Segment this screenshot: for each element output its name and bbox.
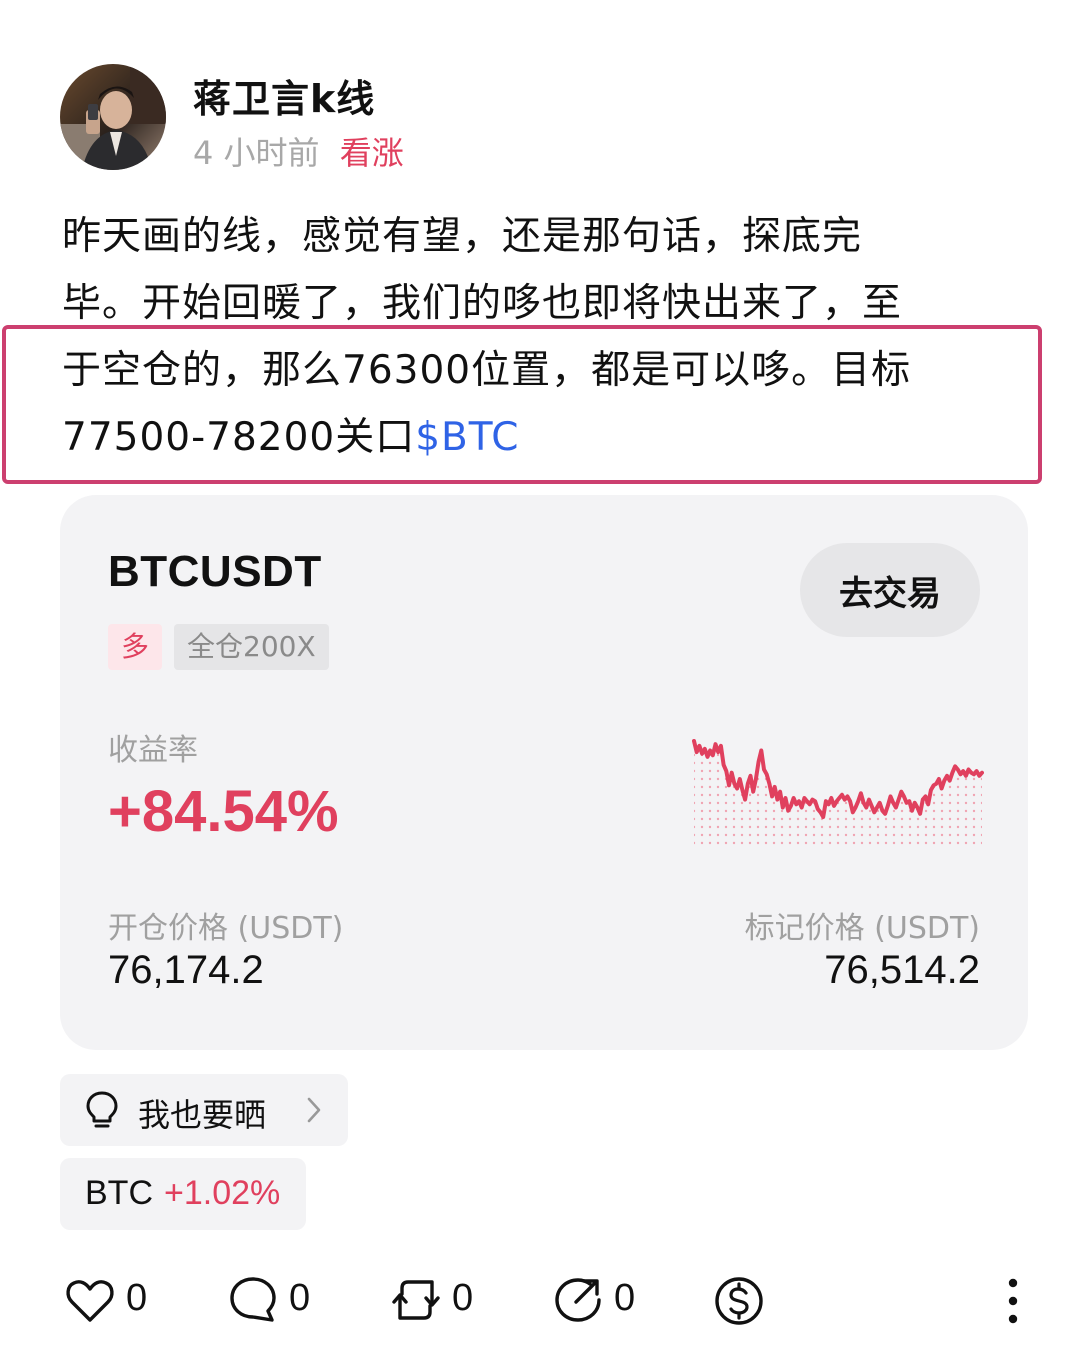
share-position-chip[interactable]: 我也要晒: [60, 1074, 348, 1146]
roi-value: +84.54%: [108, 779, 339, 844]
repost-count: 0: [452, 1277, 474, 1319]
share-count: 0: [614, 1277, 636, 1319]
comment-count: 0: [289, 1277, 311, 1319]
avatar[interactable]: [60, 64, 166, 170]
roi-label: 收益率: [108, 733, 198, 768]
sentiment-badge: 看涨: [339, 134, 404, 172]
mark-price-value: 76,514.2: [824, 948, 980, 992]
post-time: 4 小时前: [193, 134, 320, 172]
open-price-label: 开仓价格 (USDT): [108, 911, 344, 946]
post-line: 昨天画的线，感觉有望，还是那句话，探底完: [62, 214, 863, 259]
comment-button[interactable]: 0: [227, 1274, 317, 1326]
share-button[interactable]: 0: [552, 1274, 642, 1326]
trade-card[interactable]: BTCUSDT 去交易 多 全仓200X 收益率 +84.54% 开仓价格 (U…: [60, 495, 1028, 1050]
coin-ticker-chip[interactable]: BTC +1.02%: [60, 1158, 306, 1230]
tip-button[interactable]: [712, 1274, 766, 1326]
side-tag: 多: [108, 624, 162, 670]
heart-icon: [66, 1280, 114, 1322]
open-price-value: 76,174.2: [108, 948, 264, 992]
sparkline-chart: [692, 739, 984, 849]
repost-button[interactable]: 0: [390, 1274, 480, 1326]
go-trade-button[interactable]: 去交易: [800, 543, 980, 637]
chevron-right-icon: [307, 1097, 321, 1123]
mark-price-label: 标记价格 (USDT): [744, 911, 980, 946]
margin-tag: 全仓200X: [174, 624, 329, 670]
share-icon: [555, 1278, 601, 1322]
share-chip-label: 我也要晒: [138, 1096, 267, 1134]
avatar-image: [60, 64, 166, 170]
tip-dollar-icon: [715, 1277, 763, 1325]
highlight-box: [2, 325, 1042, 484]
lightbulb-icon: [86, 1091, 118, 1128]
trade-symbol: BTCUSDT: [108, 547, 322, 596]
coin-change: +1.02%: [164, 1174, 281, 1212]
sparkline-area: [694, 741, 982, 849]
author-name[interactable]: 蒋卫言k线: [193, 68, 375, 123]
repost-icon: [392, 1280, 440, 1320]
coin-symbol: BTC: [85, 1174, 153, 1212]
more-button[interactable]: [1000, 1276, 1026, 1328]
like-count: 0: [126, 1277, 148, 1319]
post-meta: 4 小时前 看涨: [193, 128, 404, 174]
like-button[interactable]: 0: [64, 1274, 154, 1326]
comment-icon: [230, 1277, 276, 1322]
more-vertical-icon: [1008, 1278, 1018, 1324]
